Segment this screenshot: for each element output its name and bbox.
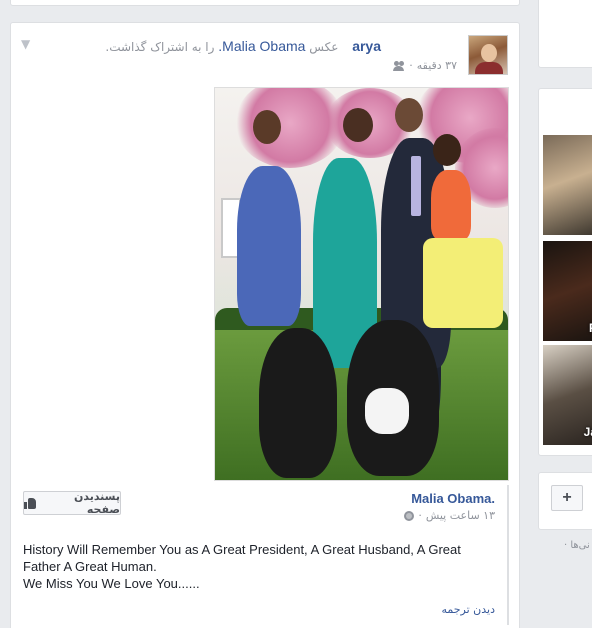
news-feed-post: ▼ arya عکس Malia Obama. را به اشتراک گذا… xyxy=(10,22,520,628)
friends-icon[interactable] xyxy=(393,60,405,71)
shared-time[interactable]: ۱۳ ساعت پیش xyxy=(426,509,495,522)
like-page-button[interactable]: پسندیدن صفحه xyxy=(23,490,121,516)
add-button[interactable]: + xyxy=(551,485,583,511)
right-footer-text: نی‌ها · xyxy=(564,540,590,551)
right-column-card-top xyxy=(538,0,592,68)
thumbnail-label: Ja xyxy=(583,425,592,439)
previous-post-card xyxy=(10,0,520,6)
right-column-card-add: + xyxy=(538,472,592,530)
post-text-line1: History Will Remember You as A Great Pre… xyxy=(23,542,461,574)
post-header: arya عکس Malia Obama. را به اشتراک گذاشت… xyxy=(105,38,381,54)
shared-post-text: History Will Remember You as A Great Pre… xyxy=(23,541,493,592)
thumbs-up-icon xyxy=(24,497,36,509)
shared-photo[interactable] xyxy=(214,87,509,481)
shared-page-link[interactable]: Malia Obama. xyxy=(218,38,305,54)
chevron-down-icon[interactable]: ▼ xyxy=(21,37,30,51)
post-text-line2: We Miss You We Love You...... xyxy=(23,576,200,591)
person-thumbnail[interactable] xyxy=(543,135,592,235)
actor-avatar[interactable] xyxy=(468,35,508,75)
shared-text-before: عکس xyxy=(309,40,339,54)
person-thumbnail[interactable]: P xyxy=(543,241,592,341)
shared-meta: ۱۳ ساعت پیش · xyxy=(404,509,495,522)
shared-text-after: را به اشتراک گذاشت. xyxy=(105,40,215,54)
shared-post-box: پسندیدن صفحه Malia Obama. ۱۳ ساعت پیش · … xyxy=(21,485,509,625)
shared-page-name[interactable]: Malia Obama. xyxy=(411,491,495,506)
like-page-label: پسندیدن صفحه xyxy=(73,490,120,516)
post-meta: ۳۷ دقیقه · xyxy=(393,59,457,72)
actor-name-link[interactable]: arya xyxy=(352,38,381,54)
globe-icon[interactable] xyxy=(404,510,415,521)
see-translation-link[interactable]: دیدن ترجمه xyxy=(442,603,496,616)
post-time[interactable]: ۳۷ دقیقه xyxy=(417,59,457,72)
person-thumbnail[interactable]: Ja xyxy=(543,345,592,445)
right-column-card-people: P Ja xyxy=(538,88,592,456)
